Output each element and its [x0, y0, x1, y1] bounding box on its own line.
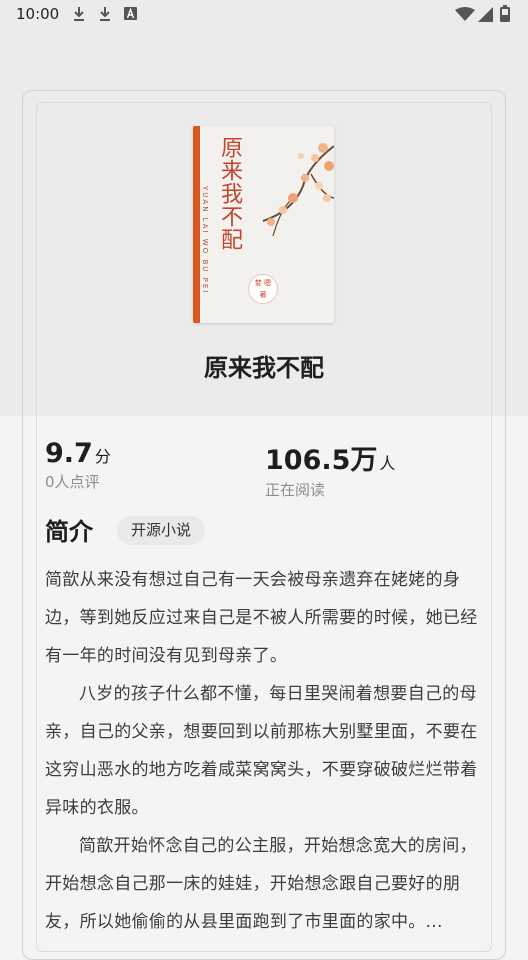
rating-stat: 9.7 分 0人点评 [45, 438, 111, 492]
readers-label: 正在阅读 [265, 481, 326, 499]
status-bar: 10:00 [0, 0, 528, 30]
cover-title: 原来我不配 [217, 136, 242, 251]
rating-label: 0人点评 [45, 473, 100, 491]
book-title: 原来我不配 [204, 354, 324, 382]
book-cover[interactable]: 原来我不配 YUAN LAI WO BU PEI 婪 嗯 著 [193, 126, 334, 323]
readers-stat: 106.5万人 正在阅读 [265, 438, 395, 500]
intro-text[interactable]: 简歆从来没有想过自己有一天会被母亲遗弃在姥姥的身边，等到她反应过来自己是不被人所… [45, 561, 485, 941]
rating-unit: 分 [94, 447, 111, 466]
battery-icon [500, 5, 510, 22]
font-icon [124, 7, 137, 20]
cover-blossom-illustration [262, 143, 334, 237]
cover-spine [193, 126, 200, 323]
download-icon [74, 7, 84, 21]
download-icon [100, 7, 110, 21]
intro-paragraph: 简歆从来没有想过自己有一天会被母亲遗弃在姥姥的身边，等到她反应过来自己是不被人所… [45, 570, 478, 666]
signal-icon [478, 7, 493, 22]
cover-pinyin: YUAN LAI WO BU PEI [201, 186, 209, 295]
wifi-icon [455, 7, 475, 21]
readers-unit: 人 [379, 454, 396, 473]
category-tag[interactable]: 开源小说 [117, 516, 206, 545]
rating-value: 9.7 [45, 438, 93, 469]
cover-author-seal: 婪 嗯 著 [248, 274, 278, 304]
cover-author-suffix: 著 [259, 291, 267, 299]
intro-paragraph: 简歆开始怀念自己的公主服，开始想念宽大的房间，开始想念自己那一床的娃娃，开始想念… [45, 836, 477, 932]
intro-heading: 简介 [45, 518, 93, 546]
status-time: 10:00 [16, 5, 60, 23]
readers-value: 106.5万 [265, 445, 378, 476]
cover-author: 婪 嗯 [254, 279, 272, 287]
intro-paragraph: 八岁的孩子什么都不懂，每日里哭闹着想要自己的母亲，自己的父亲，想要回到以前那栋大… [45, 684, 478, 818]
